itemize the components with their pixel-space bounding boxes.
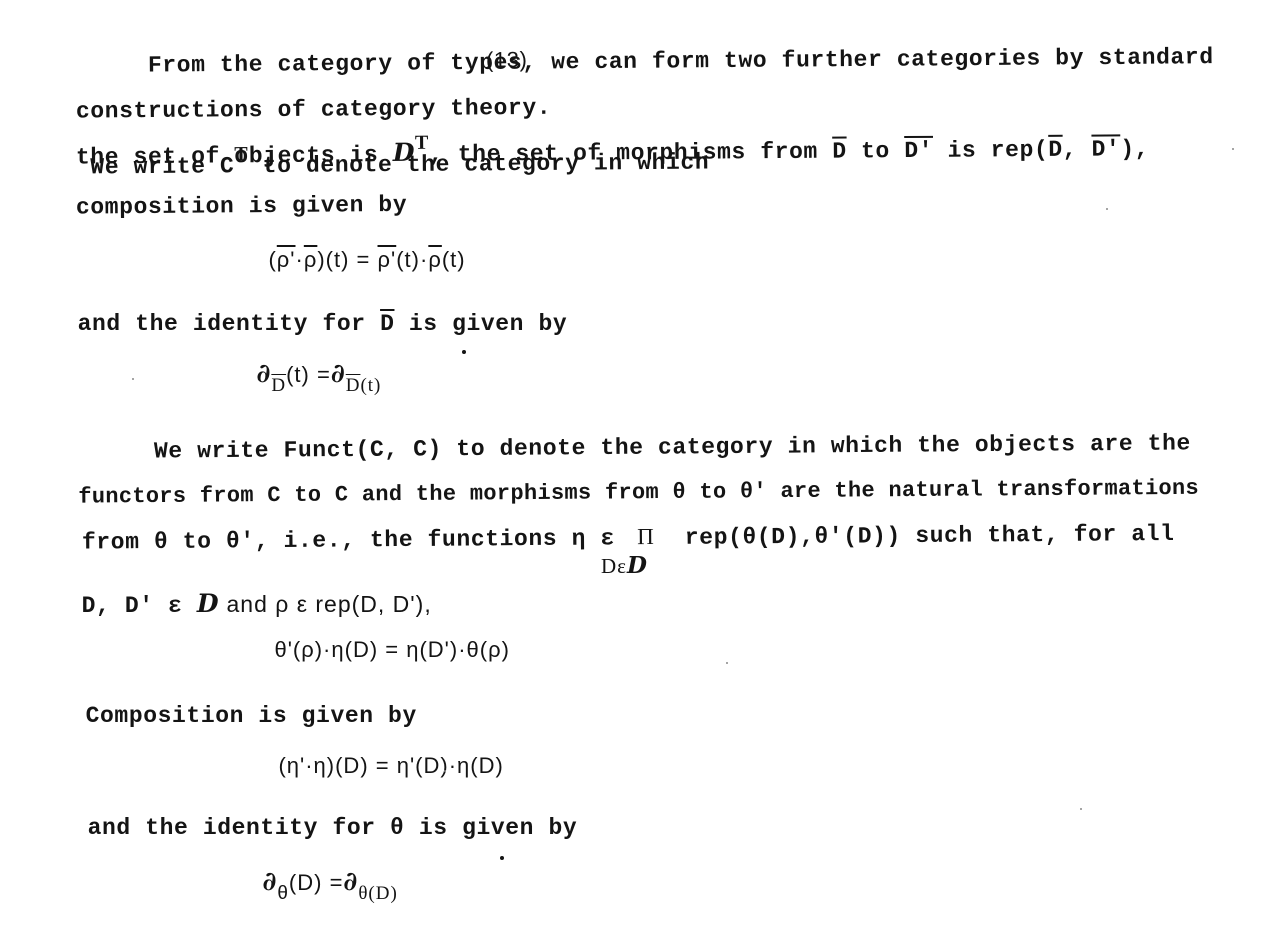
scan-speck	[726, 662, 728, 664]
cdot: ·	[295, 247, 304, 272]
paren-open: (	[268, 247, 277, 272]
scan-speck	[1106, 208, 1108, 210]
paragraph2-line4-start: D, D' ε	[81, 593, 197, 619]
paragraph1-line3-end: ),	[1120, 136, 1150, 163]
document-page: From the category of types, we can form …	[0, 0, 1267, 904]
d-bar: D	[832, 138, 847, 165]
script-d-symbol: D	[626, 552, 648, 579]
formula2-mid: (t) =	[286, 362, 331, 387]
scan-speck	[444, 770, 446, 772]
d-bar-arg: D	[1048, 136, 1063, 163]
to-word: to	[846, 138, 905, 165]
d-epsilon: Dε	[601, 554, 627, 578]
identity1-end: is given by	[394, 311, 568, 337]
formula-identity-nat: ∂θ(D) =∂θ(D)	[234, 840, 398, 927]
identity2-text: and the identity for θ is given by	[87, 815, 578, 841]
identity-symbol: ∂	[262, 867, 278, 897]
d-prime-bar: D'	[904, 137, 934, 165]
formula1-t2: (t)	[441, 247, 466, 272]
scan-speck	[132, 378, 134, 380]
d-bar-sub: D	[345, 375, 361, 396]
formula1-middle: )(t) =	[317, 247, 378, 272]
rho-bar-rhs: ρ	[428, 247, 442, 272]
scan-speck	[1232, 148, 1234, 150]
t-sub: (t)	[360, 375, 382, 396]
rho-prime-bar-rhs: ρ'	[377, 247, 397, 272]
identity-symbol: ∂	[343, 867, 359, 897]
paragraph1-line4-text: composition is given by	[75, 191, 408, 221]
paragraph2-line3-start: from θ to θ', i.e., the functions η ε	[81, 525, 630, 556]
d-bar: D	[380, 311, 395, 337]
superscript-t: T	[414, 131, 430, 154]
script-d-symbol: D	[196, 589, 220, 618]
rho-prime-bar: ρ'	[276, 247, 296, 272]
subscript-theta: θ	[277, 883, 289, 904]
comma: ,	[1062, 136, 1092, 163]
d-prime-bar-arg: D'	[1091, 136, 1121, 163]
rho-bar: ρ	[303, 247, 318, 272]
paragraph1-line3-mid: , the set of morphisms from	[428, 138, 833, 168]
formula-identity-reps: ∂D(t) =∂D(t)	[228, 332, 381, 419]
paragraph2-line3-end: rep(θ(D),θ'(D)) such that, for all	[670, 520, 1175, 551]
subscript-d-bar-t: D(t)	[346, 375, 382, 396]
scan-speck	[1080, 808, 1082, 810]
subscript-theta-d: θ(D)	[358, 883, 398, 904]
identity-symbol: ∂	[256, 359, 272, 389]
footnote-ref: (13)	[485, 46, 528, 73]
period-dot	[500, 856, 504, 860]
subscript-d-bar: D	[271, 375, 287, 396]
formula3-text: θ'(ρ)·η(D) = η(D')·θ(ρ)	[274, 637, 510, 662]
formula5-mid: (D) =	[288, 870, 344, 895]
is-rep: is rep(	[933, 136, 1049, 164]
formula1-t1: (t)·	[396, 247, 429, 272]
formula4-text: (η'·η)(D) = η'(D)·η(D)	[278, 753, 504, 778]
period-dot	[462, 350, 466, 354]
product-subscript: DεD	[576, 524, 648, 608]
identity-symbol: ∂	[330, 359, 346, 389]
